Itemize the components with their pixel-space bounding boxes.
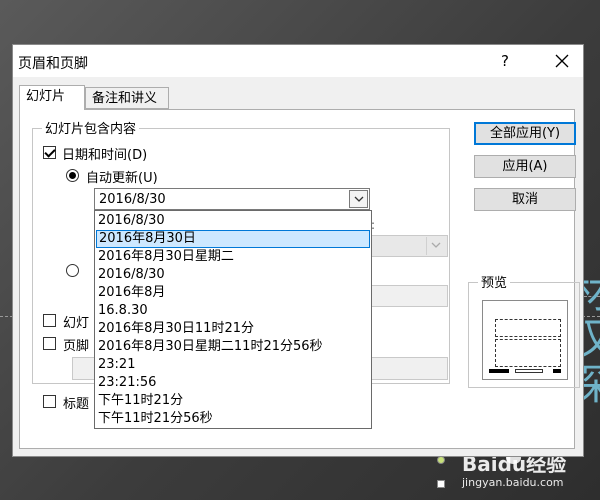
dropdown-option[interactable]: 23:21 (96, 356, 370, 374)
dropdown-option[interactable]: 2016年8月 (96, 284, 370, 302)
date-format-value: 2016/8/30 (99, 192, 166, 207)
dialog-title: 页眉和页脚 (18, 56, 88, 72)
language-select (370, 235, 448, 257)
auto-update-label[interactable]: 自动更新(U) (86, 167, 158, 186)
fixed-date-radio[interactable] (66, 264, 79, 277)
content-placeholder (495, 339, 561, 367)
selection-handle[interactable] (437, 480, 445, 488)
preview-thumbnail (482, 300, 568, 380)
chevron-down-icon (354, 196, 364, 202)
dropdown-option[interactable]: 2016年8月30日星期二 (96, 248, 370, 266)
watermark-url: jingyan.baidu.com (462, 476, 564, 489)
dropdown-option[interactable]: 2016/8/30 (96, 266, 370, 284)
hide-on-title-label[interactable]: 标题 (63, 393, 89, 412)
hide-on-title-checkbox[interactable] (43, 395, 56, 408)
group-title: 幻灯片包含内容 (42, 118, 140, 137)
dropdown-option[interactable]: 下午11时21分56秒 (96, 410, 370, 428)
dropdown-option[interactable]: 2016年8月30日星期二11时21分56秒 (96, 338, 370, 356)
rotate-handle[interactable] (437, 456, 445, 464)
dropdown-option[interactable]: 23:21:56 (96, 374, 370, 392)
header-footer-dialog: 页眉和页脚 ? 幻灯片 备注和讲义 幻灯片包含内容 日期和时间(D) 自动更新(… (12, 44, 584, 457)
slide-number-label[interactable]: 幻灯 (63, 312, 89, 331)
title-placeholder (495, 319, 561, 337)
date-placeholder (489, 369, 509, 373)
date-format-select[interactable]: 2016/8/30 (94, 188, 370, 210)
title-bar[interactable]: 页眉和页脚 ? (13, 45, 583, 77)
slide-number-checkbox[interactable] (43, 314, 56, 327)
footer-checkbox[interactable] (43, 337, 56, 350)
tab-notes-handouts[interactable]: 备注和讲义 (85, 87, 169, 109)
close-icon (555, 54, 569, 68)
footer-label[interactable]: 页脚 (63, 335, 89, 354)
date-time-checkbox[interactable] (43, 146, 56, 159)
date-format-dropdown[interactable]: 2016/8/30 2016年8月30日 2016年8月30日星期二 2016/… (94, 210, 372, 429)
dropdown-option[interactable]: 下午11时21分 (96, 392, 370, 410)
close-button[interactable] (549, 49, 575, 73)
tab-slide[interactable]: 幻灯片 (19, 85, 85, 110)
auto-update-radio[interactable] (66, 169, 79, 182)
apply-to-all-button[interactable]: 全部应用(Y) (474, 122, 576, 145)
dropdown-option[interactable]: 2016年8月30日11时21分 (96, 320, 370, 338)
slide-number-placeholder (553, 369, 561, 373)
chevron-down-icon (431, 242, 441, 248)
dropdown-option[interactable]: 2016/8/30 (96, 212, 370, 230)
preview-title: 预览 (478, 272, 511, 291)
dropdown-option[interactable]: 16.8.30 (96, 302, 370, 320)
cancel-button[interactable]: 取消 (474, 188, 576, 211)
dropdown-option-selected[interactable]: 2016年8月30日 (96, 230, 370, 248)
apply-button[interactable]: 应用(A) (474, 155, 576, 178)
help-button[interactable]: ? (493, 49, 517, 73)
date-time-label[interactable]: 日期和时间(D) (62, 144, 147, 163)
dropdown-button[interactable] (349, 190, 368, 208)
dropdown-button (426, 237, 446, 255)
tab-panel: 幻灯片包含内容 日期和时间(D) 自动更新(U) 2016/8/30 : 幻灯 … (19, 109, 580, 449)
footer-placeholder (515, 369, 543, 373)
